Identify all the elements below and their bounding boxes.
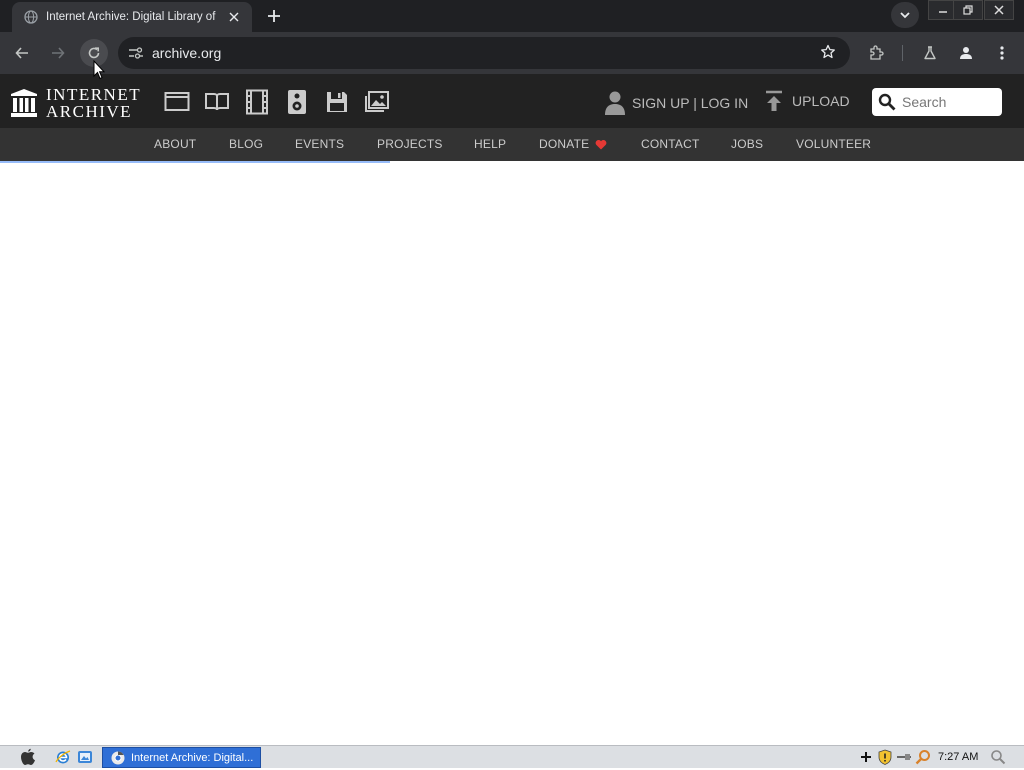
tab-search-button[interactable] [891,2,919,28]
ia-header: INTERNET ARCHIVE SIGN UP | LOG IN UPLOAD [0,74,1024,128]
desktop-icon[interactable] [77,749,93,765]
tab-close-icon[interactable] [226,9,242,25]
internet-explorer-icon[interactable] [55,749,71,765]
taskbar-clock: 7:27 AM [938,751,979,763]
sign-up-log-in-link[interactable]: SIGN UP | LOG IN [632,95,748,111]
upload-link[interactable]: UPLOAD [764,90,850,112]
os-taskbar: Internet Archive: Digital... 7:27 AM [0,745,1024,768]
network-icon[interactable] [896,749,912,765]
nav-blog[interactable]: BLOG [229,137,263,151]
taskbar-task-title: Internet Archive: Digital... [131,751,254,764]
media-type-icons [164,89,404,115]
address-bar[interactable]: archive.org [118,37,850,69]
tab-title: Internet Archive: Digital Library of [46,11,216,23]
nav-donate[interactable]: DONATE [539,137,607,151]
nav-about[interactable]: ABOUT [154,137,196,151]
back-icon [15,47,28,59]
nav-events[interactable]: EVENTS [295,137,344,151]
audio-icon[interactable] [284,89,310,115]
browser-tab[interactable]: Internet Archive: Digital Library of [12,2,252,32]
browser-titlebar: Internet Archive: Digital Library of [0,0,1024,32]
system-tray [858,749,934,765]
menu-icon [1000,46,1004,60]
plus-icon[interactable] [858,749,874,765]
star-icon[interactable] [820,44,836,65]
profile-button[interactable] [952,39,980,67]
menu-button[interactable] [988,39,1016,67]
reload-icon [88,47,100,59]
nav-contact[interactable]: CONTACT [641,137,700,151]
forward-icon [52,47,65,59]
heart-icon [595,139,607,149]
site-info-icon[interactable] [120,46,152,60]
nav-jobs[interactable]: JOBS [731,137,763,151]
nav-help[interactable]: HELP [474,137,506,151]
new-tab-button[interactable] [262,5,286,27]
video-icon[interactable] [244,89,270,115]
ia-nav-bar: ABOUT BLOG EVENTS PROJECTS HELP DONATE C… [0,128,1024,161]
nav-projects[interactable]: PROJECTS [377,137,443,151]
taskbar-task-browser[interactable]: Internet Archive: Digital... [102,747,261,768]
toolbar-divider [902,45,903,61]
logo-line-2: ARCHIVE [46,102,133,121]
forward-button[interactable] [44,39,72,67]
nav-volunteer[interactable]: VOLUNTEER [796,137,871,151]
tray-search-icon[interactable] [915,749,931,765]
web-icon[interactable] [164,89,190,115]
extensions-icon [870,45,884,60]
images-icon[interactable] [364,89,390,115]
apple-logo-icon [21,748,35,765]
archive-building-icon [11,89,37,117]
browser-toolbar: archive.org [0,32,1024,74]
ia-search-box[interactable] [872,88,1002,116]
chrome-icon [111,751,125,764]
page-content [0,163,1024,745]
start-button[interactable] [18,748,38,766]
extensions-button[interactable] [862,39,890,67]
user-icon [605,91,625,115]
chevron-down-icon [900,12,910,19]
labs-icon [924,46,936,60]
ia-search-input[interactable] [902,94,998,110]
taskbar-search-icon[interactable] [990,749,1006,770]
upload-label[interactable]: UPLOAD [792,93,850,109]
logo-line-1: INTERNET [46,85,142,104]
account-link[interactable]: SIGN UP | LOG IN [604,90,748,116]
search-icon[interactable] [878,93,896,111]
back-button[interactable] [8,39,36,67]
profile-icon [960,47,972,59]
mouse-cursor-icon [93,59,106,85]
globe-icon [24,10,38,24]
nav-donate-label: DONATE [539,137,590,151]
upload-icon [766,90,782,111]
url-text[interactable]: archive.org [152,45,221,61]
close-window-button[interactable] [984,0,1014,20]
ia-logo[interactable]: INTERNET ARCHIVE [10,86,141,120]
labs-button[interactable] [916,39,944,67]
texts-icon[interactable] [204,89,230,115]
software-icon[interactable] [324,89,350,115]
restore-button[interactable] [953,0,983,20]
security-shield-icon[interactable] [877,749,893,765]
